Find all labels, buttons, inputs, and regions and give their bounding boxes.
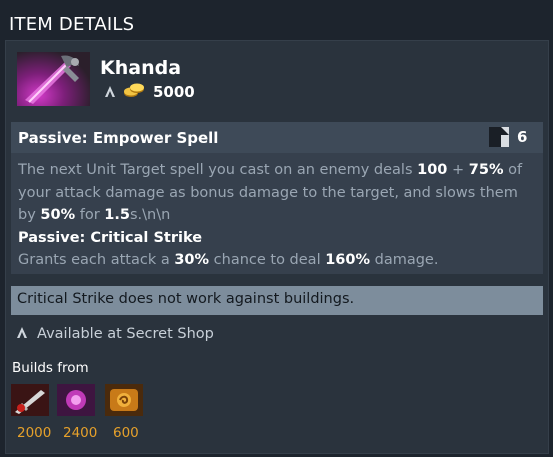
item-cost: 5000	[153, 83, 195, 101]
item-details-panel: Khanda 5000 Passive: Empower Spell 6 The…	[5, 40, 549, 454]
cooldown-icon	[489, 127, 509, 147]
cost-row: 5000	[103, 82, 195, 102]
builds-from-label: Builds from	[12, 360, 89, 376]
component-price: 2000	[17, 425, 52, 441]
secret-shop-icon	[15, 325, 29, 343]
ability-description: The next Unit Target spell you cast on a…	[11, 153, 543, 274]
golden-scroll-component-icon[interactable]	[105, 384, 143, 416]
component-price: 600	[113, 425, 139, 441]
sword-component-icon[interactable]	[11, 384, 49, 416]
khanda-item-icon	[17, 52, 90, 106]
critical-strike-description: Grants each attack a 30% chance to deal …	[18, 252, 439, 268]
component-price: 2400	[63, 425, 98, 441]
page-title: ITEM DETAILS	[9, 14, 135, 35]
gold-coins-icon	[123, 82, 145, 102]
empower-spell-description: The next Unit Target spell you cast on a…	[18, 162, 523, 223]
availability-text: Available at Secret Shop	[37, 326, 214, 342]
item-name: Khanda	[100, 57, 182, 79]
ability-title: Passive: Empower Spell	[18, 129, 219, 147]
critical-strike-title: Passive: Critical Strike	[18, 229, 203, 246]
ability-header: Passive: Empower Spell 6	[11, 122, 543, 153]
secret-shop-icon	[103, 83, 117, 102]
availability-row: Available at Secret Shop	[15, 323, 214, 345]
item-note: Critical Strike does not work against bu…	[11, 286, 543, 315]
cooldown-value: 6	[517, 128, 528, 146]
magic-orb-component-icon[interactable]	[57, 384, 95, 416]
